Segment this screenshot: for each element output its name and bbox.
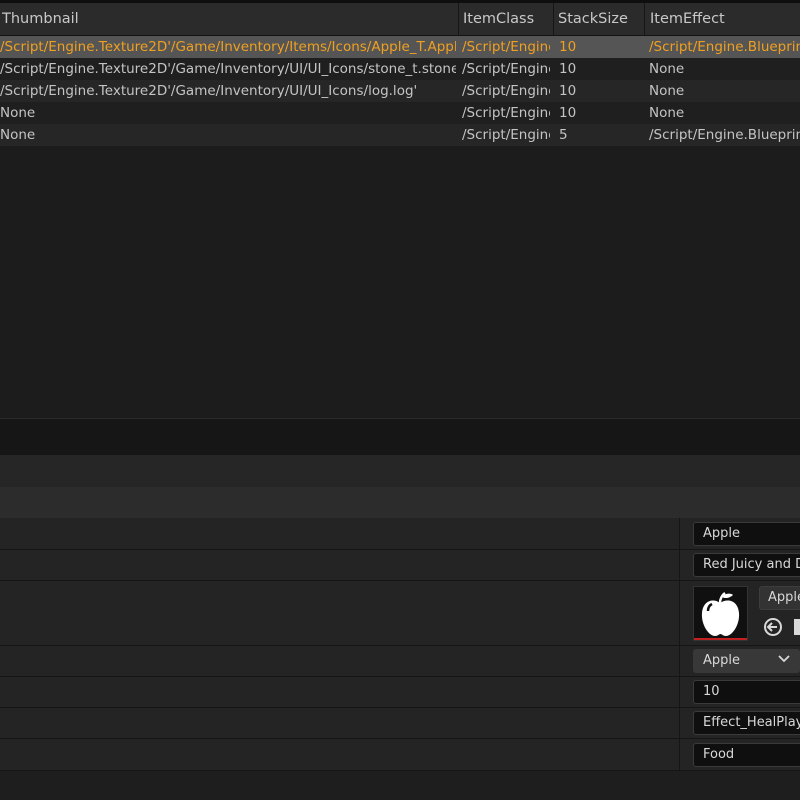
row-editor-header	[0, 487, 800, 519]
cell-thumbnail: None	[0, 127, 36, 143]
table-header: Thumbnail ItemClass StackSize ItemEffect	[0, 3, 800, 36]
property-splitter[interactable]	[679, 550, 680, 580]
cell-thumbnail: None	[0, 105, 36, 121]
property-row-category: Food	[0, 739, 800, 771]
itemeffect-field[interactable]: Effect_HealPlayer	[693, 711, 800, 735]
cell-thumbnail: /Script/Engine.Texture2D'/Game/Inventory…	[0, 39, 456, 55]
cell-stacksize: 10	[559, 61, 577, 77]
apple-icon	[701, 591, 740, 636]
property-splitter[interactable]	[679, 739, 680, 770]
chevron-down-icon[interactable]	[776, 650, 792, 666]
cell-itemeffect: /Script/Engine.BlueprintG	[649, 127, 800, 143]
cell-itemeffect: /Script/Engine.BlueprintG	[649, 39, 800, 55]
property-splitter[interactable]	[679, 646, 680, 676]
property-row-thumbnail: Apple_T	[0, 581, 800, 646]
property-row-itemeffect: Effect_HealPlayer	[0, 708, 800, 739]
cell-itemclass: /Script/Engine	[462, 39, 550, 55]
property-splitter[interactable]	[679, 708, 680, 738]
row-details-panel: Apple Red Juicy and Delicious Apple_T Ap…	[0, 518, 800, 800]
thumbnail-preview[interactable]	[693, 586, 748, 641]
cell-itemeffect: None	[649, 105, 685, 121]
column-header-stacksize[interactable]: StackSize	[556, 3, 644, 35]
cell-stacksize: 10	[559, 83, 577, 99]
property-splitter[interactable]	[679, 518, 680, 549]
thumbnail-underline	[694, 638, 747, 640]
cell-stacksize: 10	[559, 105, 577, 121]
property-row-itemclass: Apple	[0, 646, 800, 677]
cell-stacksize: 5	[559, 127, 568, 143]
itemclass-dropdown-value: Apple	[703, 653, 741, 668]
table-row[interactable]: None /Script/Engine 5 /Script/Engine.Blu…	[0, 124, 800, 146]
property-splitter[interactable]	[679, 677, 680, 707]
browse-icon[interactable]	[794, 619, 800, 635]
data-table: Thumbnail ItemClass StackSize ItemEffect…	[0, 3, 800, 418]
cell-thumbnail: /Script/Engine.Texture2D'/Game/Inventory…	[0, 83, 418, 99]
column-header-thumbnail[interactable]: Thumbnail	[0, 3, 458, 35]
cell-thumbnail: /Script/Engine.Texture2D'/Game/Inventory…	[0, 61, 456, 77]
cell-itemclass: /Script/Engine	[462, 127, 550, 143]
table-row[interactable]: /Script/Engine.Texture2D'/Game/Inventory…	[0, 58, 800, 80]
cell-itemclass: /Script/Engine	[462, 61, 550, 77]
thumbnail-asset-picker[interactable]: Apple_T	[759, 586, 800, 610]
property-row-description: Red Juicy and Delicious	[0, 550, 800, 581]
table-row[interactable]: None /Script/Engine 10 None	[0, 102, 800, 124]
panel-gap	[0, 455, 800, 487]
property-row-stacksize: 10	[0, 677, 800, 708]
column-divider[interactable]	[644, 3, 645, 35]
column-header-itemclass[interactable]: ItemClass	[461, 3, 553, 35]
cell-itemeffect: None	[649, 83, 685, 99]
cell-stacksize: 10	[559, 39, 577, 55]
arrow-left-circle-icon[interactable]	[763, 617, 783, 637]
cell-itemclass: /Script/Engine	[462, 83, 550, 99]
name-field[interactable]: Apple	[693, 522, 800, 546]
column-divider[interactable]	[458, 3, 459, 35]
property-splitter[interactable]	[679, 581, 680, 645]
column-header-itemeffect[interactable]: ItemEffect	[648, 3, 800, 35]
property-row-name: Apple	[0, 518, 800, 550]
cell-itemclass: /Script/Engine	[462, 105, 550, 121]
bottom-strip	[0, 771, 800, 800]
horizontal-scrollbar[interactable]	[0, 418, 800, 456]
description-field[interactable]: Red Juicy and Delicious	[693, 553, 800, 577]
stacksize-field[interactable]: 10	[693, 680, 800, 704]
table-row[interactable]: /Script/Engine.Texture2D'/Game/Inventory…	[0, 80, 800, 102]
column-divider[interactable]	[553, 3, 554, 35]
cell-itemeffect: None	[649, 61, 685, 77]
table-row[interactable]: /Script/Engine.Texture2D'/Game/Inventory…	[0, 36, 800, 58]
category-field[interactable]: Food	[693, 743, 800, 767]
